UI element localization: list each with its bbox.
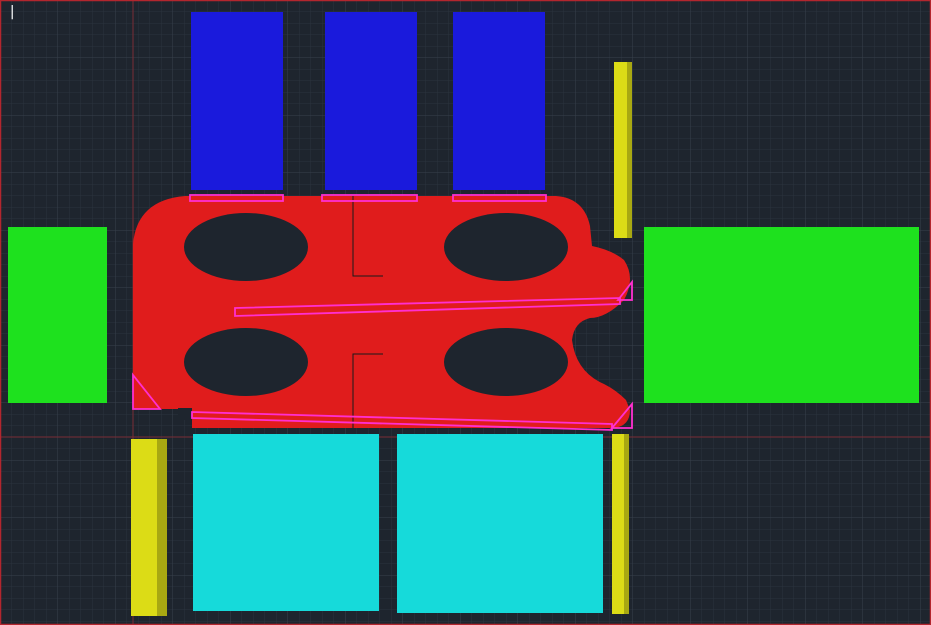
plate-hole-top-right [444, 213, 568, 281]
plate-hole-bottom-left [184, 328, 308, 396]
plate-notch [178, 408, 192, 420]
blue-block-1[interactable] [191, 12, 283, 190]
blue-block-2[interactable] [325, 12, 417, 190]
cyan-block-left[interactable] [193, 434, 379, 611]
cyan-block-right[interactable] [397, 434, 603, 613]
cursor-indicator: | [8, 4, 16, 20]
plate-hole-bottom-right [444, 328, 568, 396]
blue-block-3[interactable] [453, 12, 545, 190]
green-block-right[interactable] [644, 227, 919, 403]
cad-viewport[interactable]: | [0, 0, 931, 625]
yellow-bar-bottom-right[interactable] [612, 434, 629, 614]
drawing-canvas[interactable]: | [0, 0, 931, 625]
yellow-bar-top-right[interactable] [614, 62, 632, 238]
plate-hole-top-left [184, 213, 308, 281]
yellow-bar-bottom-left[interactable] [131, 439, 167, 616]
green-block-left[interactable] [8, 227, 107, 403]
